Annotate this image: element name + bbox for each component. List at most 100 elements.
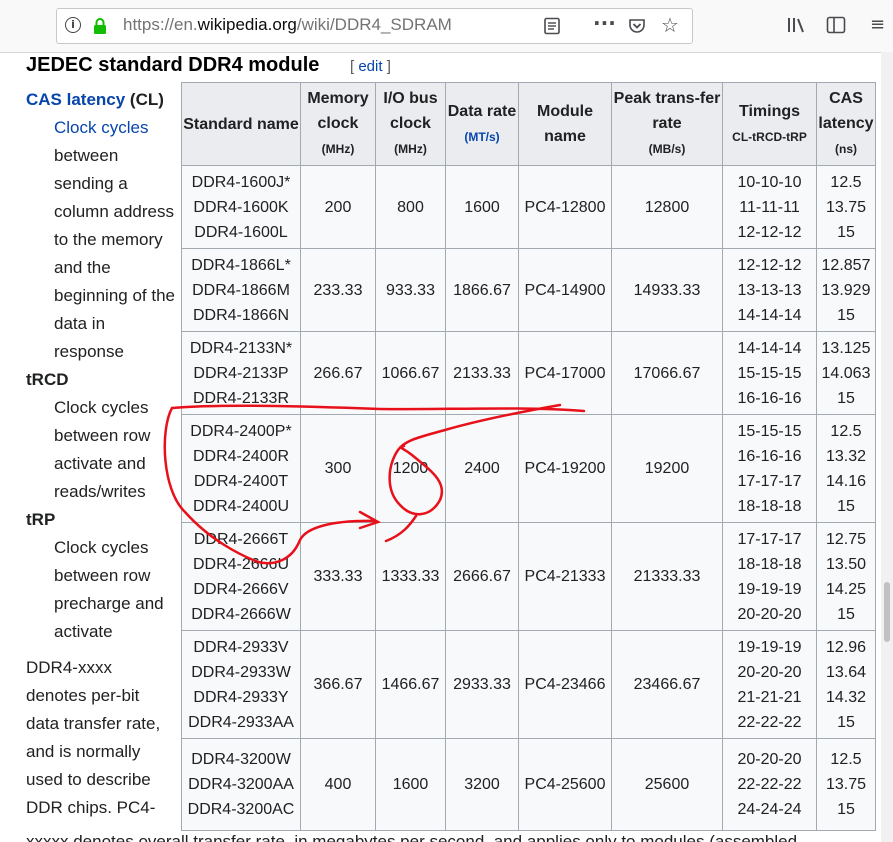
table-cell-peak: 17066.67	[611, 331, 723, 415]
reader-view-icon[interactable]	[543, 17, 561, 35]
table-cell-io-clock: 933.33	[375, 248, 446, 332]
table-cell-cas: 12.96 13.64 14.32 15	[816, 630, 876, 739]
column-header: Peak trans-fer rate (MB/s)	[611, 82, 723, 166]
url-text[interactable]: https://en.wikipedia.org/wiki/DDR4_SDRAM	[123, 15, 452, 35]
table-cell-io-clock: 1466.67	[375, 630, 446, 739]
table-cell-timings: 14-14-14 15-15-15 16-16-16	[722, 331, 817, 415]
definition-list: CAS latency (CL) Clock cycles between se…	[26, 86, 176, 822]
table-cell-peak: 14933.33	[611, 248, 723, 332]
cell-line: 14.25	[825, 580, 867, 598]
table-cell-data-rate: 2400	[445, 414, 519, 523]
table-cell-timings: 10-10-10 11-11-11 12-12-12	[722, 165, 817, 249]
cell-line: 14-14-14	[737, 339, 802, 357]
cas-latency-link[interactable]: CAS latency	[26, 90, 125, 109]
cell-line: 19-19-19	[737, 580, 802, 598]
column-header-label: Module name	[537, 103, 593, 145]
table-cell-memory-clock: 300	[300, 414, 376, 523]
browser-toolbar: i https://en.wikipedia.org/wiki/DDR4_SDR…	[0, 0, 893, 53]
column-header-unit: (MT/s)	[464, 129, 500, 144]
cell-line: 16-16-16	[737, 447, 802, 465]
table-row: DDR4-2666T DDR4-2666U DDR4-2666V DDR4-2666W…	[181, 522, 876, 631]
cell-line: 13.32	[825, 447, 867, 465]
naming-note: DDR4-xxxx denotes per-bit data transfer …	[26, 658, 161, 817]
column-header-unit: (MB/s)	[648, 142, 686, 156]
cell-line: DDR4-2933Y	[193, 688, 289, 706]
cell-line: DDR4-2933V	[193, 638, 289, 656]
table-cell-peak: 25600	[611, 738, 723, 831]
table-cell-module: PC4-14900	[518, 248, 612, 332]
clock-cycles-link[interactable]: Clock cycles	[54, 118, 148, 137]
column-header-label: I/O bus clock	[383, 90, 438, 132]
library-icon[interactable]	[786, 16, 808, 34]
cell-line: DDR4-1866N	[192, 306, 290, 324]
pocket-icon[interactable]	[628, 17, 646, 35]
cell-line: 17-17-17	[737, 472, 802, 490]
table-cell-memory-clock: 400	[300, 738, 376, 831]
cell-line: DDR4-1600L	[194, 223, 288, 241]
cell-line: DDR4-2933W	[191, 663, 291, 681]
cell-line: 12-12-12	[737, 256, 802, 274]
table-cell-data-rate: 1600	[445, 165, 519, 249]
table-header-row: Standard name Memory clock (MHz) I/O bus cl…	[181, 82, 876, 166]
column-header-label: Peak trans-fer rate	[613, 90, 721, 132]
table-cell-memory-clock: 200	[300, 165, 376, 249]
overflow-menu-icon[interactable]: ≡	[870, 14, 885, 35]
column-header: Standard name	[181, 82, 301, 166]
cell-line: 15	[837, 605, 855, 623]
table-cell-data-rate: 1866.67	[445, 248, 519, 332]
cell-line: DDR4-3200AC	[187, 801, 295, 818]
cell-line: 12-12-12	[737, 223, 802, 241]
cell-line: 15	[837, 497, 855, 515]
scrollbar-thumb[interactable]	[884, 582, 890, 642]
trp-description: Clock cycles between row precharge and a…	[54, 538, 164, 641]
sidebar-toggle-icon[interactable]	[826, 16, 846, 34]
edit-link[interactable]: edit	[358, 58, 382, 75]
column-header: Data rate (MT/s)	[445, 82, 519, 166]
cell-line: DDR4-2133P	[193, 364, 289, 382]
more-actions-icon[interactable]: ···	[593, 11, 616, 35]
column-header-unit: CL-tRCD-tRP	[732, 129, 807, 144]
column-header-label: Timings	[738, 102, 801, 120]
table-cell-data-rate: 2133.33	[445, 331, 519, 415]
cell-line: 15	[837, 223, 855, 241]
bookmark-star-icon[interactable]: ☆	[661, 13, 679, 37]
table-cell-io-clock: 1066.67	[375, 331, 446, 415]
cell-line: 15	[837, 713, 855, 731]
table-cell-io-clock: 1333.33	[375, 522, 446, 631]
cell-line: 18-18-18	[737, 555, 802, 573]
cell-line: DDR4-2666V	[193, 580, 289, 598]
cell-line: DDR4-2400U	[192, 497, 290, 515]
cell-line: 21-21-21	[737, 688, 802, 706]
cell-line: 18-18-18	[737, 497, 802, 515]
cell-line: 12.5	[830, 751, 862, 768]
cell-line: 14.32	[825, 688, 867, 706]
lock-icon[interactable]	[91, 17, 109, 35]
cell-line: DDR4-1866M	[192, 281, 290, 299]
cell-line: 13.75	[825, 198, 867, 216]
cas-abbr: (CL)	[125, 90, 164, 109]
table-cell-data-rate: 3200	[445, 738, 519, 831]
cell-line: 15-15-15	[737, 422, 802, 440]
cell-line: DDR4-1600J*	[191, 173, 291, 191]
address-bar[interactable]: i https://en.wikipedia.org/wiki/DDR4_SDR…	[56, 8, 693, 44]
column-header: Memory clock (MHz)	[300, 82, 376, 166]
cell-line: 15	[837, 801, 855, 818]
table-cell-io-clock: 800	[375, 165, 446, 249]
scrollbar[interactable]	[881, 52, 893, 842]
cell-line: 12.5	[830, 173, 862, 191]
cell-line: 16-16-16	[737, 389, 802, 407]
table-cell-io-clock: 1200	[375, 414, 446, 523]
cell-line: 12.96	[825, 638, 867, 656]
info-icon[interactable]: i	[65, 17, 81, 33]
column-header-label: Data rate	[447, 102, 517, 120]
table-cell-module: PC4-17000	[518, 331, 612, 415]
cell-line: 13-13-13	[737, 281, 802, 299]
column-header: CAS latency (ns)	[816, 82, 876, 166]
article-content: JEDEC standard DDR4 module [ edit ] CAS …	[0, 52, 881, 842]
cell-line: 20-20-20	[737, 751, 802, 768]
edit-bracket-close: ]	[382, 58, 391, 75]
table-cell-timings: 17-17-17 18-18-18 19-19-19 20-20-20	[722, 522, 817, 631]
table-cell-standard: DDR4-2666T DDR4-2666U DDR4-2666V DDR4-2666W	[181, 522, 301, 631]
table-cell-cas: 12.5 13.75 15	[816, 165, 876, 249]
cas-description: Clock cycles between sending a column ad…	[26, 114, 176, 366]
